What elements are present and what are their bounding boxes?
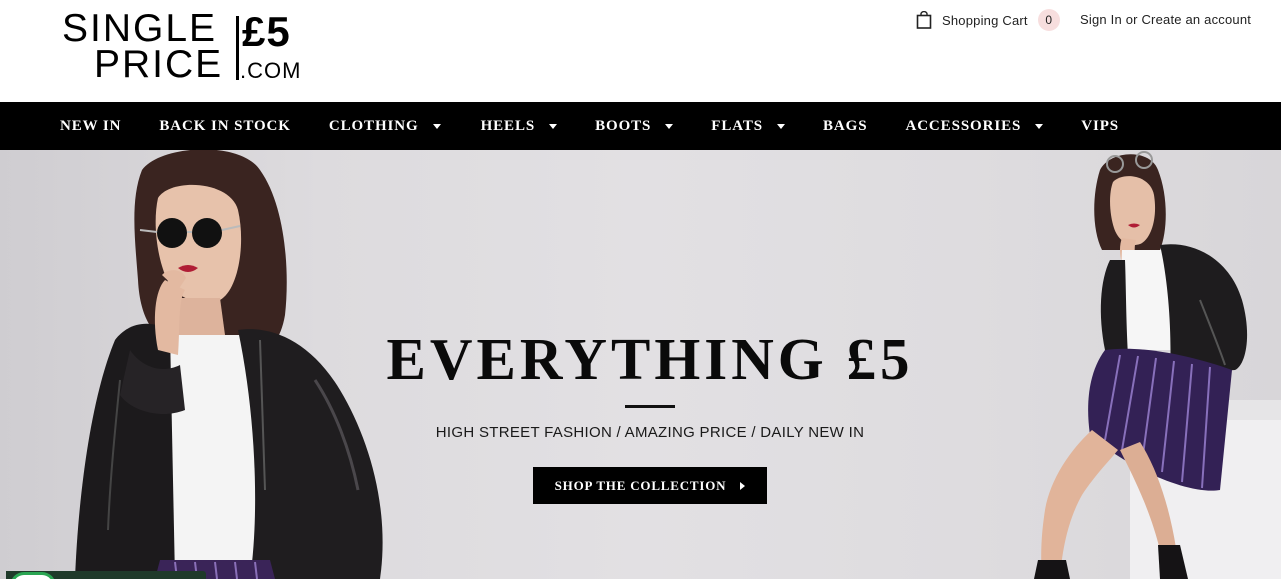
logo-line-single: SINGLE: [62, 7, 218, 50]
nav-item-label: HEELS: [480, 117, 536, 134]
logo-divider: [236, 16, 239, 80]
caret-down-icon[interactable]: [1035, 123, 1044, 129]
logo-domain: .COM: [240, 58, 302, 83]
hero-title: EVERYTHING £5: [386, 326, 914, 392]
whatsapp-icon[interactable]: [10, 572, 56, 579]
site-header: SINGLE PRICE £5 .COM Shopping Cart 0 Sig…: [0, 0, 1281, 102]
nav-item-label: CLOTHING: [328, 117, 419, 134]
nav-item-new-in[interactable]: NEW IN: [60, 118, 121, 135]
shop-collection-button[interactable]: SHOP THE COLLECTION: [533, 467, 767, 504]
logo-line-price: PRICE: [94, 43, 224, 86]
account-or-text: or: [1125, 12, 1138, 27]
caret-down-icon[interactable]: [549, 123, 558, 129]
shopping-cart-link[interactable]: Shopping Cart 0: [916, 9, 1060, 31]
account-links: Sign In or Create an account: [1080, 12, 1251, 27]
nav-item-label: BACK IN STOCK: [159, 117, 291, 134]
hero-banner: EVERYTHING £5 HIGH STREET FASHION / AMAZ…: [0, 150, 1281, 579]
nav-item-label: BOOTS: [595, 117, 652, 134]
cart-count-badge: 0: [1037, 9, 1060, 31]
nav-item-label: ACCESSORIES: [905, 117, 1022, 134]
caret-down-icon[interactable]: [665, 123, 674, 129]
nav-item-label: FLATS: [711, 117, 764, 134]
caret-right-icon: [740, 481, 746, 490]
shopping-bag-icon: [916, 10, 932, 29]
nav-item-bags[interactable]: BAGS: [823, 118, 867, 135]
nav-item-label: BAGS: [823, 117, 868, 134]
nav-item-accessories[interactable]: ACCESSORIES: [905, 117, 1044, 135]
nav-item-back-in-stock[interactable]: BACK IN STOCK: [159, 118, 290, 135]
hero-subtitle: HIGH STREET FASHION / AMAZING PRICE / DA…: [435, 424, 865, 441]
create-account-link[interactable]: Create an account: [1141, 12, 1251, 27]
sign-in-link[interactable]: Sign In: [1080, 12, 1122, 27]
nav-item-clothing[interactable]: CLOTHING: [329, 118, 441, 135]
nav-item-heels[interactable]: HEELS: [481, 118, 558, 135]
caret-down-icon[interactable]: [432, 123, 441, 129]
nav-item-boots[interactable]: BOOTS: [595, 117, 674, 135]
nav-menu: NEW IN BACK IN STOCK CLOTHING HEELS BOOTS FLA…: [60, 102, 1119, 150]
logo-price-value: £5: [242, 8, 291, 55]
shopping-cart-label: Shopping Cart: [942, 12, 1028, 28]
nav-item-flats[interactable]: FLATS: [711, 117, 786, 135]
nav-item-vips[interactable]: VIPS: [1081, 118, 1119, 135]
main-navigation: NEW IN BACK IN STOCK CLOTHING HEELS BOOTS FLA…: [0, 102, 1281, 150]
hero-divider: [625, 405, 675, 408]
caret-down-icon[interactable]: [777, 123, 786, 129]
hero-model-right-image: [1034, 151, 1281, 579]
nav-item-label: VIPS: [1081, 117, 1120, 134]
site-logo[interactable]: SINGLE PRICE £5 .COM: [62, 7, 302, 86]
shop-collection-label: SHOP THE COLLECTION: [554, 477, 727, 493]
nav-item-label: NEW IN: [60, 117, 122, 134]
